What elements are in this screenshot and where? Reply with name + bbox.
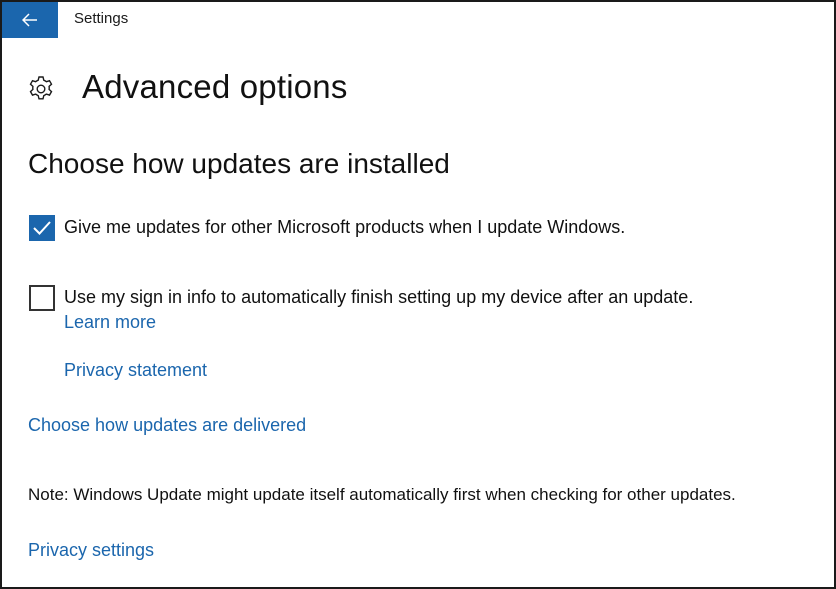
gear-icon [29,76,53,100]
sign-in-info-label: Use my sign in info to automatically fin… [64,287,694,307]
checkmark-icon [33,221,51,235]
arrow-left-icon [22,13,37,27]
page-title: Advanced options [82,68,348,105]
settings-window: Settings Advanced options Choose how upd… [0,0,836,589]
learn-more-link[interactable]: Learn more [64,312,156,333]
privacy-statement-link[interactable]: Privacy statement [64,360,207,381]
microsoft-products-label: Give me updates for other Microsoft prod… [64,217,626,237]
title-bar: Settings [2,2,834,38]
sign-in-info-checkbox[interactable] [29,285,55,311]
section-title: Choose how updates are installed [28,148,450,179]
update-note: Note: Windows Update might update itself… [28,485,736,504]
microsoft-products-checkbox[interactable] [29,215,55,241]
delivery-options-link[interactable]: Choose how updates are delivered [28,415,306,436]
privacy-settings-link[interactable]: Privacy settings [28,540,154,561]
back-button[interactable] [2,2,58,38]
app-title: Settings [74,10,129,27]
